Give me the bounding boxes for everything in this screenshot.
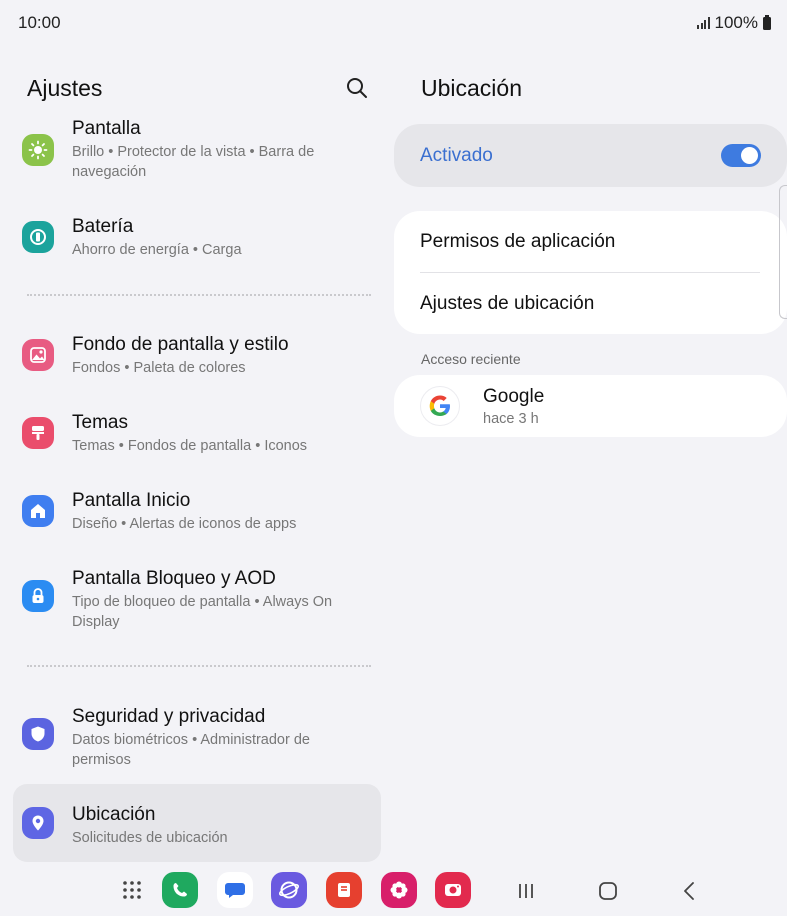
recent-app-time: hace 3 h [483,411,539,427]
home-nav-icon[interactable] [596,879,620,903]
status-bar: 10:00 100% [0,0,787,44]
wallpaper-icon [22,339,54,371]
page-title: Ubicación [421,75,522,101]
settings-item-subtitle: Temas • Fondos de pantalla • Iconos [72,438,308,454]
battery-status-icon [763,14,771,30]
edge-panel-handle[interactable] [779,185,787,319]
settings-item-subtitle: Solicitudes de ubicación [72,830,228,846]
shield-icon [22,718,54,750]
google-logo-icon [420,386,460,426]
search-button[interactable] [344,75,370,101]
location-pin-icon [22,807,54,839]
apps-grid-icon[interactable] [114,872,150,908]
settings-item-subtitle: Datos biométricos • Administrador de per… [72,732,310,768]
settings-item-location[interactable]: Ubicación Solicitudes de ubicación [13,784,381,862]
taskbar [0,864,787,916]
menu-item-app-permissions[interactable]: Permisos de aplicación [420,231,615,253]
settings-item-subtitle: Ahorro de energía • Carga [72,242,242,258]
location-menu-card: Permisos de aplicación Ajustes de ubicac… [394,211,787,334]
messages-icon[interactable] [217,872,253,908]
battery-icon [22,221,54,253]
search-icon [347,78,367,98]
lock-icon [22,580,54,612]
settings-item-title: Pantalla [72,118,141,139]
internet-icon[interactable] [271,872,307,908]
section-divider [27,294,371,296]
recent-access-label: Acceso reciente [421,351,521,367]
location-master-toggle-card[interactable]: Activado [394,124,787,187]
gallery-icon[interactable] [381,872,417,908]
settings-item-title: Ubicación [72,804,156,825]
settings-item-lock-screen[interactable]: Pantalla Bloqueo y AOD Tipo de bloqueo d… [13,558,381,634]
recent-app-item[interactable]: Google hace 3 h [394,375,787,437]
section-divider [27,665,371,667]
camera-icon[interactable] [435,872,471,908]
home-icon [22,495,54,527]
recent-app-name: Google [483,386,545,407]
settings-item-themes[interactable]: Temas Temas • Fondos de pantalla • Icono… [13,402,381,464]
settings-item-battery[interactable]: Batería Ahorro de energía • Carga [13,206,381,268]
battery-percent: 100% [714,13,758,32]
settings-item-subtitle: Tipo de bloqueo de pantalla • Always On … [72,594,333,630]
settings-item-title: Temas [72,412,128,433]
status-time: 10:00 [18,13,61,32]
back-icon[interactable] [678,879,702,903]
notes-icon[interactable] [326,872,362,908]
settings-item-title: Fondo de pantalla y estilo [72,334,289,355]
settings-item-title: Batería [72,216,134,237]
settings-item-security[interactable]: Seguridad y privacidad Datos biométricos… [13,696,381,772]
toggle-label: Activado [420,145,493,166]
sun-icon [22,134,54,166]
settings-title: Ajustes [27,75,103,101]
settings-item-title: Seguridad y privacidad [72,706,266,727]
brush-icon [22,417,54,449]
settings-item-subtitle: Diseño • Alertas de iconos de apps [72,516,297,532]
settings-item-display[interactable]: Pantalla Brillo • Protector de la vista … [13,114,381,190]
phone-icon[interactable] [162,872,198,908]
menu-divider [420,272,760,273]
recents-icon[interactable] [514,879,538,903]
switch-knob [741,147,758,164]
settings-item-title: Pantalla Inicio [72,490,191,511]
location-toggle-switch[interactable] [721,144,761,167]
signal-icon [697,17,710,29]
status-right: 100% [697,13,771,33]
settings-item-wallpaper[interactable]: Fondo de pantalla y estilo Fondos • Pale… [13,324,381,386]
settings-pane: Ajustes Pantalla Brillo • Protector de l… [0,44,392,864]
settings-item-home-screen[interactable]: Pantalla Inicio Diseño • Alertas de icon… [13,480,381,542]
settings-item-title: Pantalla Bloqueo y AOD [72,568,276,589]
settings-item-subtitle: Fondos • Paleta de colores [72,360,246,376]
settings-item-subtitle: Brillo • Protector de la vista • Barra d… [72,144,315,180]
menu-item-location-settings[interactable]: Ajustes de ubicación [420,293,594,315]
